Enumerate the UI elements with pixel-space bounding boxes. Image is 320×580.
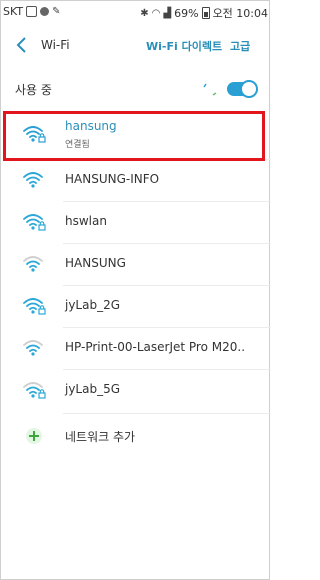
network-name: HP-Print-00-LaserJet Pro M20.. <box>65 340 246 354</box>
page-title: Wi-Fi <box>41 38 70 52</box>
network-name: HANSUNG-INFO <box>65 172 160 186</box>
carrier-label: SKT <box>3 5 24 18</box>
back-arrow-icon[interactable] <box>13 35 33 55</box>
clock: 오전 10:04 <box>212 7 268 20</box>
wifi-secured-icon <box>23 214 46 231</box>
wifi-icon <box>23 256 43 272</box>
message-notification-icon <box>40 7 50 16</box>
network-row[interactable]: HANSUNG <box>1 243 271 285</box>
wifi-status-icon: ◠ <box>151 7 161 19</box>
status-bar: SKT ✎ ✱ ◠ ▟ 69% 오전 10:04 <box>1 1 271 25</box>
network-row[interactable]: HP-Print-00-LaserJet Pro M20.. <box>1 327 271 369</box>
row-divider <box>63 285 271 286</box>
network-row[interactable]: jyLab_2G <box>1 285 271 327</box>
wifi-icon <box>23 172 43 188</box>
network-row[interactable]: jyLab_5G <box>1 369 271 411</box>
toggle-knob <box>240 80 258 98</box>
network-row[interactable]: hswlan <box>1 201 271 243</box>
edit-notification-icon: ✎ <box>52 6 61 17</box>
row-divider <box>63 413 271 414</box>
wifi-icon <box>23 340 43 356</box>
row-divider <box>63 201 271 202</box>
add-network-row[interactable]: 네트워크 추가 <box>1 415 271 457</box>
network-name: hswlan <box>65 214 107 228</box>
wifi-master-switch-row[interactable]: 사용 중 <box>1 73 271 107</box>
wifi-direct-button[interactable]: Wi-Fi 다이렉트 <box>146 38 222 54</box>
network-name: jyLab_5G <box>65 382 121 396</box>
add-icon <box>26 428 42 444</box>
scanning-spinner-icon <box>203 83 217 96</box>
screen-frame: SKT ✎ ✱ ◠ ▟ 69% 오전 10:04 Wi-Fi Wi-Fi 다이렉… <box>0 0 271 580</box>
wifi-secured-icon <box>23 298 46 315</box>
battery-icon <box>201 7 210 19</box>
wifi-toggle[interactable] <box>227 80 258 98</box>
row-divider <box>63 369 271 370</box>
network-name: HANSUNG <box>65 256 126 270</box>
bluetooth-icon: ✱ <box>140 7 149 19</box>
network-name: jyLab_2G <box>65 298 121 312</box>
connected-network-highlight <box>3 111 265 161</box>
row-divider <box>63 327 271 328</box>
gallery-notification-icon <box>26 6 38 17</box>
advanced-button[interactable]: 고급 <box>230 38 250 54</box>
network-row[interactable]: HANSUNG-INFO <box>1 159 271 201</box>
add-network-label: 네트워크 추가 <box>65 430 136 444</box>
app-header: Wi-Fi Wi-Fi 다이렉트 고급 <box>1 31 271 61</box>
wifi-secured-icon <box>23 382 46 399</box>
signal-icon: ▟ <box>163 7 172 19</box>
battery-percent: 69% <box>174 6 199 20</box>
row-divider <box>63 243 271 244</box>
in-use-label: 사용 중 <box>15 83 52 97</box>
